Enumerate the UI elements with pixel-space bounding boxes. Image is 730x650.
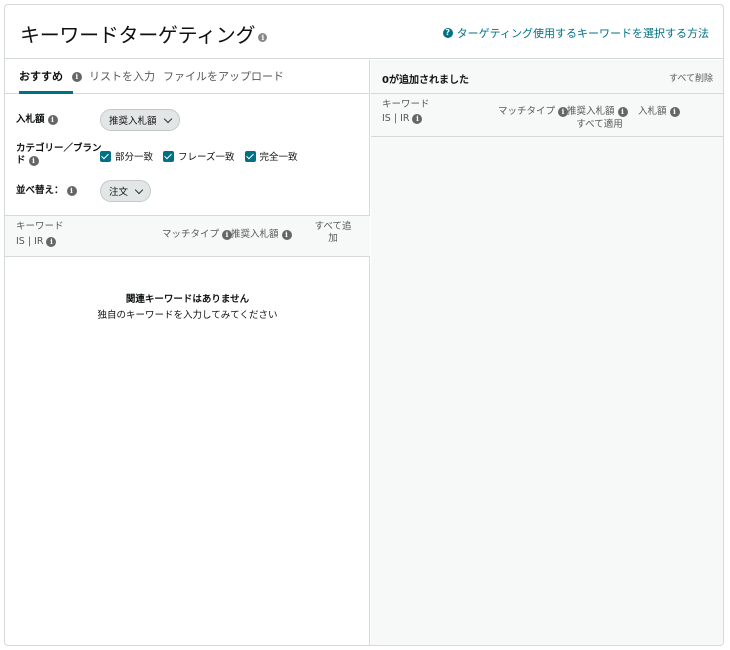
tab-enter-list[interactable]: リストを入力 [89, 68, 155, 84]
remove-all-button[interactable]: すべて削除 [669, 71, 713, 84]
info-icon[interactable]: i [412, 113, 423, 124]
active-tab-indicator [19, 91, 73, 94]
info-icon[interactable]: i [258, 33, 268, 42]
info-icon[interactable]: i [617, 106, 628, 117]
tab-upload-file[interactable]: ファイルをアップロード [163, 68, 284, 84]
suggestions-table-header: キーワード IS | IR i マッチタイプ i 推奨入札額 i すべて追加 [5, 215, 370, 257]
tab-bar: おすすめ i リストを入力 ファイルをアップロード [5, 60, 370, 94]
help-link[interactable]: ? ターゲティング使用するキーワードを選択する方法 [442, 25, 709, 41]
checkbox-checked-icon[interactable] [163, 150, 175, 162]
info-icon[interactable]: i [46, 236, 57, 247]
chevron-down-icon [163, 114, 172, 123]
col-keyword: キーワード [382, 99, 430, 110]
col-match-type: マッチタイプ i [162, 229, 233, 241]
checkbox-checked-icon[interactable] [100, 150, 111, 162]
match-type-checkboxes: 部分一致 フレーズ一致 完全一致 [100, 149, 298, 163]
info-icon[interactable]: i [28, 155, 39, 166]
col-bid: 入札額 i [638, 106, 680, 118]
col-match-type: マッチタイプ i [498, 106, 569, 118]
question-icon: ? [442, 28, 453, 38]
added-table-header: キーワード IS | IR i マッチタイプ i 推奨入札額 i すべて適用 入札額 i [371, 94, 723, 137]
apply-all-button[interactable]: すべて適用 [567, 119, 632, 131]
empty-state-title: 関連キーワードはありません [125, 294, 250, 305]
bid-dropdown[interactable]: 推奨入札額 [100, 109, 180, 131]
sort-label: 並べ替え： i [16, 185, 77, 197]
category-filter-label: カテゴリー／ブランド i [16, 143, 102, 166]
add-all-button[interactable]: すべて追加 [313, 221, 353, 245]
suggestions-column: おすすめ i リストを入力 ファイルをアップロード 入札額 i 推奨入札額 カテゴ… [5, 60, 370, 645]
added-keywords-column: 0が追加されました すべて削除 キーワード IS | IR i マッチタイプ i 推… [371, 60, 723, 645]
added-keywords-header: 0が追加されました すべて削除 [371, 60, 723, 94]
sort-dropdown[interactable]: 注文 [100, 180, 152, 202]
checkbox-checked-icon[interactable] [244, 150, 256, 162]
col-suggested-bid: 推奨入札額 i [567, 106, 628, 118]
info-icon[interactable]: i [281, 229, 292, 240]
page-title: キーワードターゲティング i [20, 19, 268, 48]
added-count: 0が追加されました [382, 75, 469, 86]
col-is-ir: IS | IR i [382, 113, 423, 125]
info-icon[interactable]: i [66, 185, 77, 196]
col-is-ir: IS | IR i [16, 236, 57, 248]
info-icon[interactable]: i [71, 72, 82, 82]
panel-header: キーワードターゲティング i ? ターゲティング使用するキーワードを選択する方法 [5, 5, 723, 59]
chevron-down-icon [134, 185, 144, 194]
col-suggested-bid: 推奨入札額 i [231, 229, 292, 241]
empty-state-subtitle: 独自のキーワードを入力してみてください [97, 310, 278, 321]
tab-recommended[interactable]: おすすめ i [19, 68, 82, 84]
checkbox-exact[interactable]: 完全一致 [244, 149, 298, 163]
info-icon[interactable]: i [669, 106, 680, 117]
keyword-targeting-panel: キーワードターゲティング i ? ターゲティング使用するキーワードを選択する方法 … [4, 4, 724, 646]
checkbox-phrase[interactable]: フレーズ一致 [163, 149, 235, 163]
col-keyword: キーワード [16, 221, 64, 232]
checkbox-broad[interactable]: 部分一致 [100, 149, 153, 163]
bid-filter-label: 入札額 i [16, 114, 58, 126]
info-icon[interactable]: i [47, 114, 58, 125]
